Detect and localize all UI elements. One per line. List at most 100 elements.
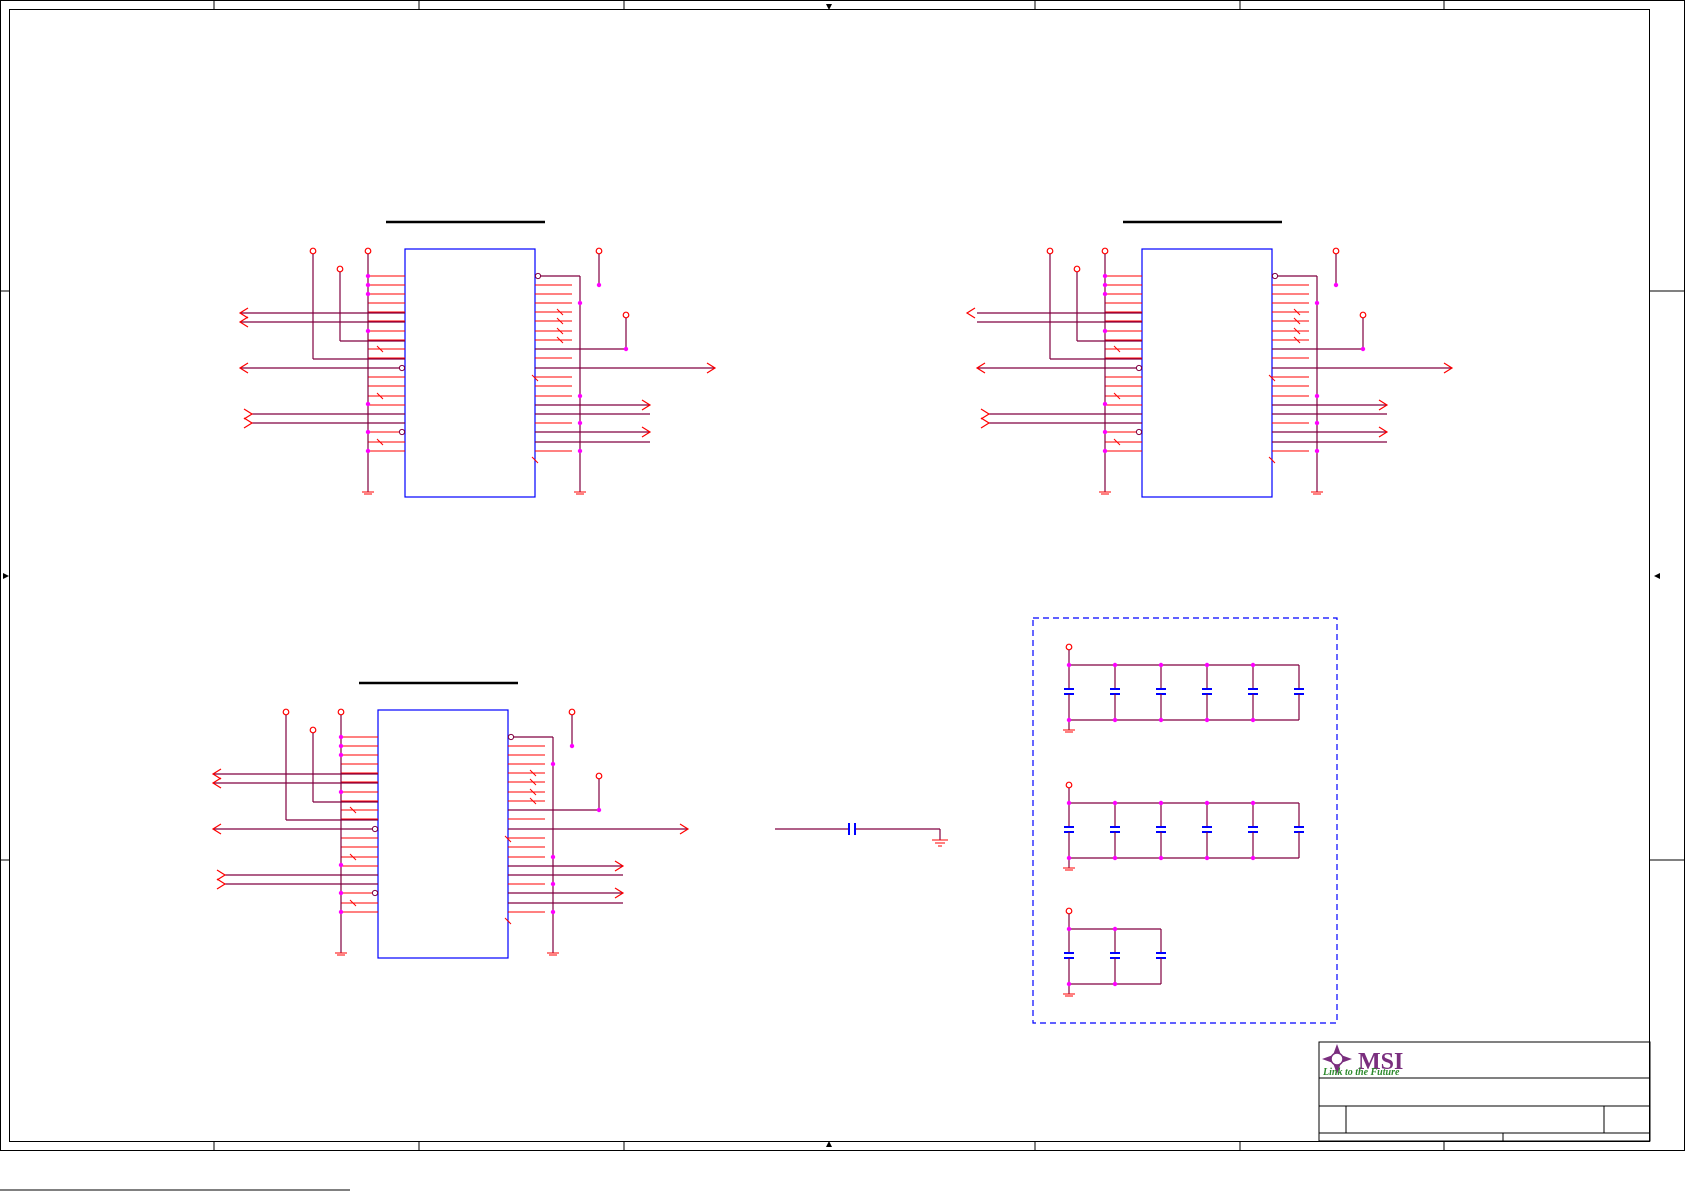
junction-dot [569, 743, 575, 749]
junction-dot [365, 448, 371, 454]
junction-dot [550, 909, 556, 915]
power-symbol [1065, 781, 1073, 789]
inversion-bubble [507, 733, 515, 741]
junction-dot [577, 300, 583, 306]
ic-body [404, 248, 536, 498]
capacitor-bank-outline [1032, 617, 1338, 1024]
ground-symbol [547, 952, 559, 956]
decoupling-capacitor [1294, 665, 1304, 720]
power-symbol [309, 726, 317, 734]
junction-dot [365, 401, 371, 407]
offpage-connector [243, 417, 254, 429]
decoupling-capacitor [1248, 800, 1258, 861]
inversion-bubble [1135, 428, 1143, 436]
cap-row-2 [1063, 781, 1304, 871]
junction-dot [365, 291, 371, 297]
power-symbol [568, 708, 576, 716]
junction-dot [1066, 717, 1072, 723]
ground-symbol [362, 491, 374, 495]
ground-symbol [1063, 993, 1075, 997]
junction-dot [550, 761, 556, 767]
inversion-bubble [398, 428, 406, 436]
junction-dot [1204, 800, 1210, 806]
junction-dot [1102, 282, 1108, 288]
junction-dot [365, 429, 371, 435]
offpage-connector [980, 417, 991, 429]
junction-dot [1102, 328, 1108, 334]
decoupling-capacitor [1110, 662, 1120, 723]
inversion-bubble [398, 364, 406, 372]
ground-symbol [1099, 491, 1111, 495]
junction-dot [1360, 346, 1366, 352]
decoupling-capacitor [1064, 800, 1074, 861]
junction-dot [365, 282, 371, 288]
power-symbol [309, 247, 317, 255]
junction-dot [1333, 282, 1339, 288]
decoupling-capacitor [1156, 662, 1166, 723]
power-symbol [622, 311, 630, 319]
junction-dot [596, 282, 602, 288]
cap-row-3 [1063, 907, 1166, 997]
ic-block-top-left [238, 220, 717, 498]
offpage-connector [216, 869, 227, 881]
power-symbol [364, 247, 372, 255]
decoupling-capacitor [1064, 662, 1074, 723]
decoupling-capacitor [1202, 662, 1212, 723]
junction-dot [338, 743, 344, 749]
ground-symbol [1063, 867, 1075, 871]
ic-body [377, 709, 509, 959]
junction-dot [623, 346, 629, 352]
cap-row-1 [1063, 643, 1304, 733]
ground-symbol [335, 952, 347, 956]
company-tagline: Link to the Future [1322, 1067, 1400, 1078]
decoupling-capacitor [1156, 800, 1166, 861]
junction-dot [1158, 855, 1164, 861]
junction-dot [577, 393, 583, 399]
junction-dot [1250, 800, 1256, 806]
decoupling-capacitor [1064, 926, 1074, 987]
schematic-sheet: MSI Link to the Future [0, 0, 1685, 1191]
power-symbol [1046, 247, 1054, 255]
power-symbol [282, 708, 290, 716]
junction-dot [1112, 926, 1118, 932]
inversion-bubble [1135, 364, 1143, 372]
junction-dot [338, 890, 344, 896]
decoupling-capacitor [1248, 662, 1258, 723]
junction-dot [338, 862, 344, 868]
coupling-capacitor [775, 823, 948, 847]
junction-dot [1112, 662, 1118, 668]
junction-dot [1250, 662, 1256, 668]
power-symbol [1073, 265, 1081, 273]
offpage-connector [965, 307, 976, 319]
junction-dot [1158, 662, 1164, 668]
inversion-bubble [371, 889, 379, 897]
offpage-connector [980, 408, 991, 420]
junction-dot [1204, 717, 1210, 723]
power-symbol [1065, 907, 1073, 915]
junction-dot [1204, 662, 1210, 668]
decoupling-capacitor [1156, 929, 1166, 984]
power-symbol [1332, 247, 1340, 255]
decoupling-capacitor [1110, 800, 1120, 861]
decoupling-capacitor [1202, 800, 1212, 861]
junction-dot [577, 448, 583, 454]
ground-symbol [1063, 729, 1075, 733]
junction-dot [1250, 717, 1256, 723]
junction-dot [338, 789, 344, 795]
junction-dot [1102, 291, 1108, 297]
junction-dot [365, 328, 371, 334]
junction-dot [577, 420, 583, 426]
offpage-connector [216, 878, 227, 890]
junction-dot [338, 752, 344, 758]
junction-dot [1204, 855, 1210, 861]
inversion-bubble [371, 825, 379, 833]
ic-block-top-right [965, 220, 1454, 498]
inversion-bubble [534, 272, 542, 280]
center-markers [3, 4, 1660, 1147]
junction-dot [1314, 448, 1320, 454]
inversion-bubble [1271, 272, 1279, 280]
offpage-connector [243, 408, 254, 420]
junction-dot [1314, 393, 1320, 399]
junction-dot [596, 807, 602, 813]
power-symbol [336, 265, 344, 273]
